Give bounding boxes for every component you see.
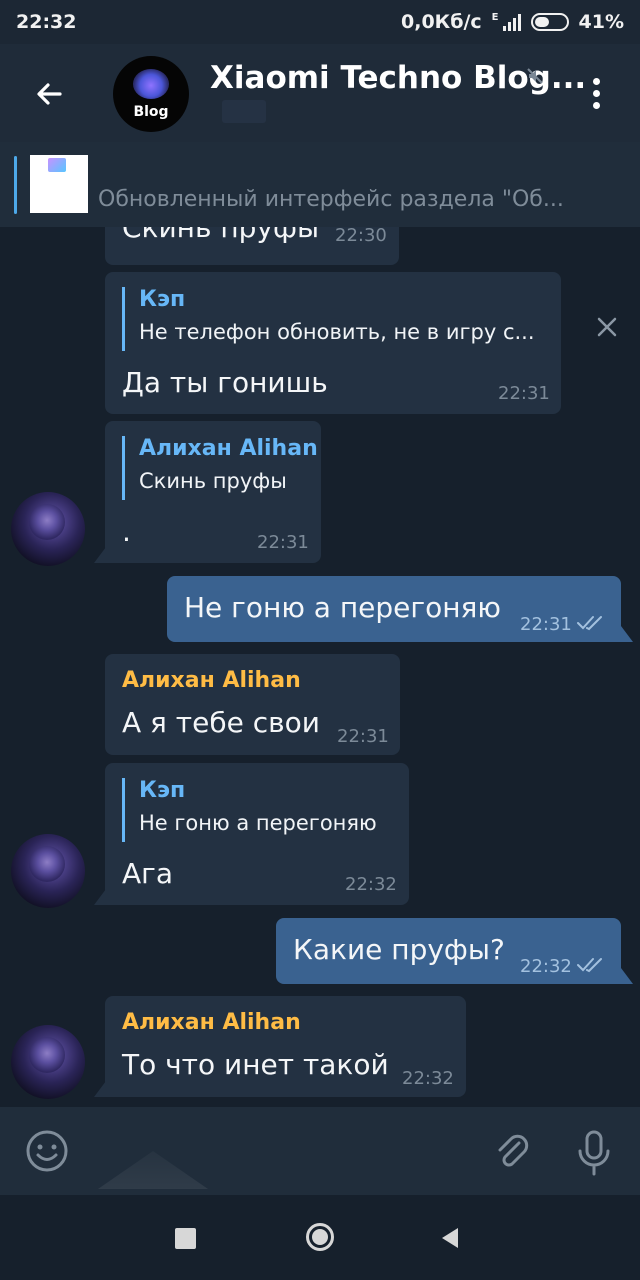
channel-avatar[interactable]: Blog xyxy=(113,56,189,132)
bubble-tail xyxy=(621,968,633,984)
pinned-message-bar[interactable]: Обновленный интерфейс раздела "Об... xyxy=(0,142,640,337)
message-time: 22:31 xyxy=(498,383,550,404)
battery-percent: 41% xyxy=(578,11,624,33)
bubble-tail xyxy=(94,889,106,905)
message-text: . xyxy=(122,515,131,548)
chat-subtitle-placeholder xyxy=(222,100,266,123)
paperclip-icon[interactable] xyxy=(490,1129,534,1173)
message-bubble[interactable]: Алихан Alihan А я тебе свои 22:31 xyxy=(105,654,400,755)
status-time: 22:32 xyxy=(16,11,77,33)
home-button[interactable] xyxy=(305,1222,335,1252)
reply-text: Не телефон обновить, не в игру с... xyxy=(139,320,535,344)
message-bubble[interactable]: Алихан Alihan Скинь пруфы . 22:31 xyxy=(105,421,321,563)
back-arrow-icon[interactable] xyxy=(30,74,70,114)
avatar[interactable] xyxy=(11,492,85,566)
status-bar: 22:32 0,0Кб/с E 41% xyxy=(0,0,640,44)
system-back-button[interactable] xyxy=(438,1226,462,1250)
sender-name[interactable]: Алихан Alihan xyxy=(122,1010,301,1035)
message-bubble[interactable]: Алихан Alihan То что инет такой 22:32 xyxy=(105,996,466,1097)
message-text: А я тебе свои xyxy=(122,706,320,739)
message-time: 22:31 xyxy=(520,614,572,635)
reply-text: Не гоню а перегоняю xyxy=(139,811,377,835)
system-navigation-bar xyxy=(0,1195,640,1280)
bubble-tail xyxy=(621,626,633,642)
status-indicators: 0,0Кб/с E 41% xyxy=(401,11,624,33)
message-bubble-outgoing[interactable]: Какие пруфы? 22:32 xyxy=(276,918,621,984)
microphone-icon[interactable] xyxy=(574,1129,614,1177)
message-text: То что инет такой xyxy=(122,1048,389,1081)
chat-header: Blog Xiaomi Techno Blog... xyxy=(0,44,640,142)
avatar[interactable] xyxy=(11,834,85,908)
message-list[interactable]: Скинь пруфы 22:30 Кэп Не телефон обновит… xyxy=(0,227,640,1107)
network-type-label: E xyxy=(491,11,499,23)
reply-preview[interactable]: Кэп Не телефон обновить, не в игру с... xyxy=(122,287,535,351)
message-bubble[interactable]: Скинь пруфы 22:30 xyxy=(105,227,399,265)
message-time: 22:32 xyxy=(520,956,572,977)
network-speed: 0,0Кб/с xyxy=(401,11,482,33)
reply-author: Кэп xyxy=(139,287,186,312)
battery-icon xyxy=(530,13,569,31)
message-text: Скинь пруфы xyxy=(122,227,320,244)
message-input-bar xyxy=(0,1107,640,1195)
reply-preview[interactable]: Алихан Alihan Скинь пруфы xyxy=(122,436,318,500)
message-text: Да ты гонишь xyxy=(122,366,328,399)
message-text: Какие пруфы? xyxy=(293,933,505,966)
reply-author: Кэп xyxy=(139,778,186,803)
bubble-tail xyxy=(94,547,106,563)
reply-text: Скинь пруфы xyxy=(139,469,287,493)
message-time: 22:31 xyxy=(337,726,389,747)
bubble-tail xyxy=(94,1081,106,1097)
message-text: Не гоню а перегоняю xyxy=(184,591,501,624)
message-bubble-outgoing[interactable]: Не гоню а перегоняю 22:31 xyxy=(167,576,621,642)
double-check-icon xyxy=(577,616,602,631)
message-bubble[interactable]: Кэп Не телефон обновить, не в игру с... … xyxy=(105,272,561,414)
message-bubble[interactable]: Кэп Не гоню а перегоняю Ага 22:32 xyxy=(105,763,409,905)
emoji-icon[interactable] xyxy=(25,1129,69,1173)
message-input[interactable] xyxy=(98,1151,208,1189)
signal-icon xyxy=(502,13,521,31)
message-time: 22:32 xyxy=(345,874,397,895)
pinned-thumbnail xyxy=(30,155,88,213)
reply-author: Алихан Alihan xyxy=(139,436,318,461)
recent-apps-button[interactable] xyxy=(175,1228,196,1249)
reply-preview[interactable]: Кэп Не гоню а перегоняю xyxy=(122,778,377,842)
message-text: Ага xyxy=(122,857,174,890)
avatar[interactable] xyxy=(11,1025,85,1099)
message-time: 22:31 xyxy=(257,532,309,553)
muted-speaker-icon xyxy=(527,68,543,84)
more-vertical-icon[interactable] xyxy=(593,78,601,112)
pinned-accent-line xyxy=(14,156,17,214)
avatar-label: Blog xyxy=(133,104,169,120)
double-check-icon xyxy=(577,958,602,973)
sender-name[interactable]: Алихан Alihan xyxy=(122,668,301,693)
message-time: 22:30 xyxy=(335,227,387,246)
mi-bunny-logo xyxy=(133,69,169,99)
message-time: 22:32 xyxy=(402,1068,454,1089)
pinned-text: Обновленный интерфейс раздела "Об... xyxy=(98,187,564,212)
